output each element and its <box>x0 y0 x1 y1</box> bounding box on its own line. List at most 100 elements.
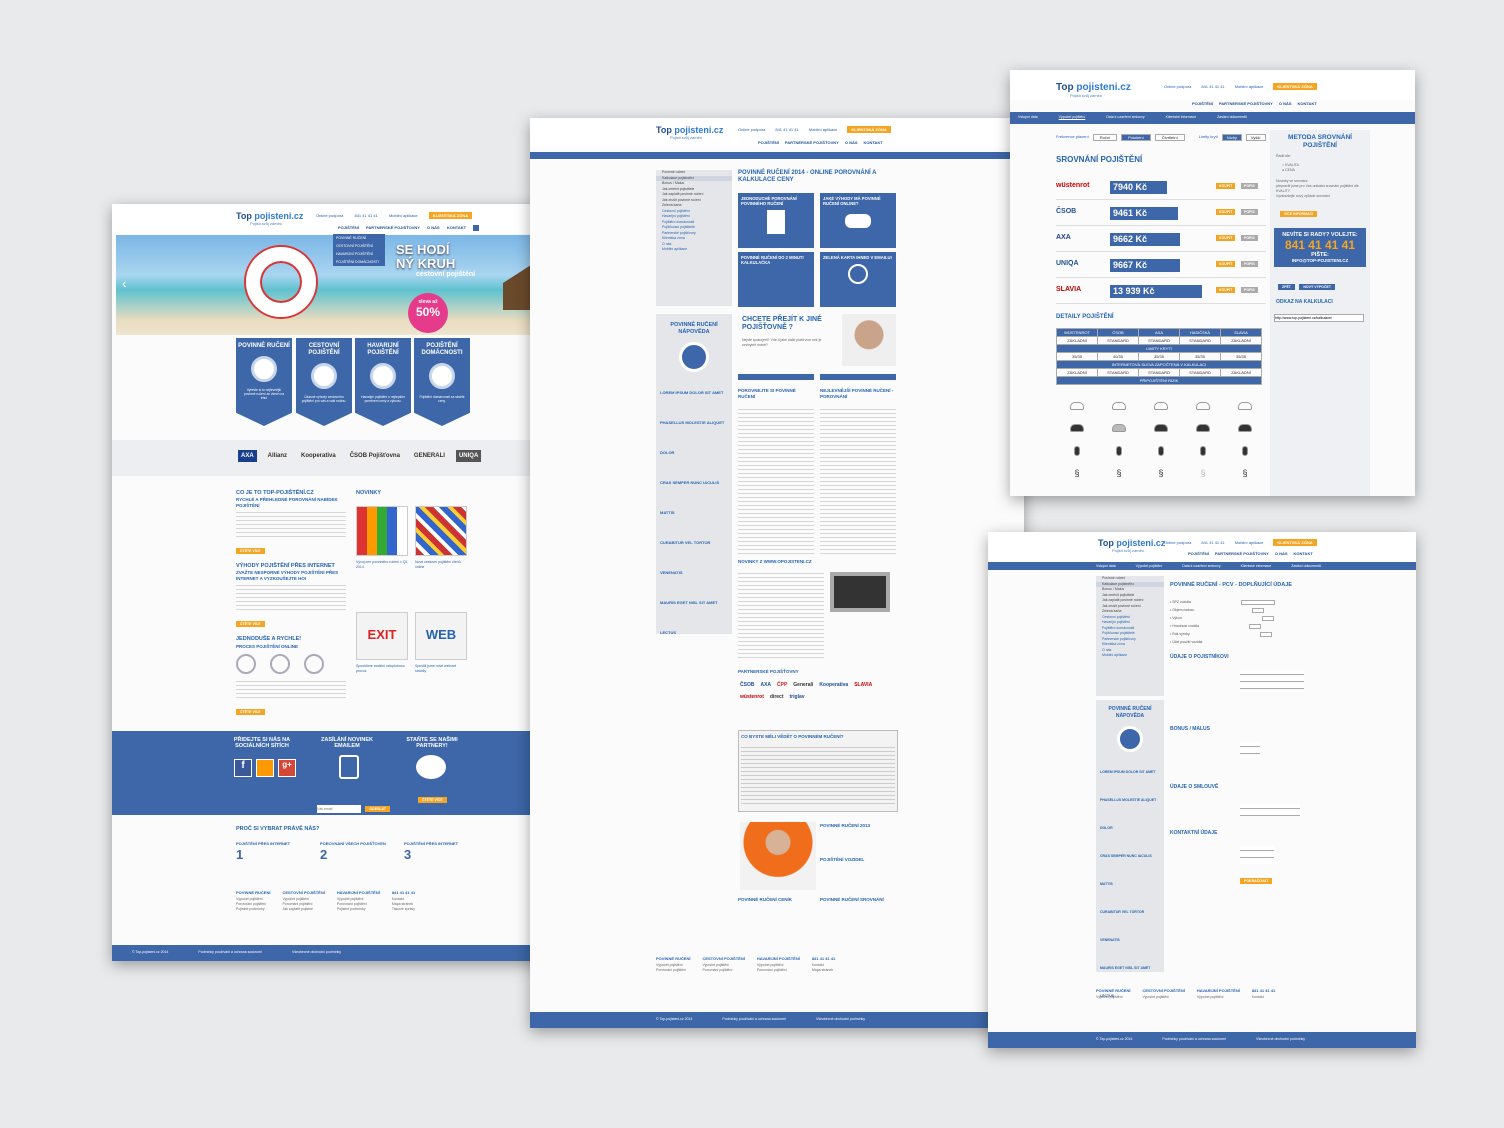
info-button[interactable]: POPIS <box>1241 235 1258 241</box>
step[interactable]: Vstupní data <box>1018 115 1038 119</box>
step[interactable]: Zaslání dokumentů <box>1217 115 1247 119</box>
text-field[interactable] <box>1259 631 1272 637</box>
text-field[interactable] <box>1249 623 1262 629</box>
text-field[interactable] <box>1240 599 1275 605</box>
info-button[interactable]: POPIS <box>1241 209 1258 215</box>
info-button[interactable]: POPIS <box>1241 183 1258 189</box>
terms-link[interactable]: Podmínky používání a ochrana soukromí <box>198 950 262 954</box>
limit-option[interactable]: Vyšší <box>1245 134 1266 141</box>
help-item[interactable]: CRAS SEMPER NUNC IACULIS MATTIS <box>660 468 728 528</box>
googleplus-icon[interactable]: g+ <box>278 759 296 777</box>
nav-o-nas[interactable]: O NÁS <box>427 225 440 230</box>
dropdown-item[interactable]: HAVARIJNÍ POJIŠTĚNÍ <box>333 250 385 258</box>
shield-povinne-ruceni[interactable]: POVINNÉ RUČENÍ Vyřešte si to nejlevnější … <box>236 338 292 426</box>
info-box[interactable]: ZELENÁ KARTA IHNED V EMAILU! <box>820 252 896 307</box>
nav-pojisteni[interactable]: POJIŠTĚNÍ <box>338 225 359 230</box>
buy-button[interactable]: KOUPIT <box>1216 209 1236 215</box>
limit-option[interactable]: Nízký <box>1221 134 1242 141</box>
nav-kontakt[interactable]: KONTAKT <box>447 225 466 230</box>
partner-logo[interactable]: AXA <box>238 450 257 462</box>
buy-button[interactable]: KOUPIT <box>1216 235 1236 241</box>
freq-option[interactable]: Pololetní <box>1121 134 1151 141</box>
news-link[interactable]: Spustili jsme nové webové stránky <box>415 664 467 674</box>
more-info-button[interactable]: VÍCE INFORMACÍ <box>1280 211 1317 217</box>
send-button[interactable]: ODESLAT <box>365 806 390 812</box>
partner-logo[interactable]: SLAVIA <box>854 682 872 688</box>
new-calc-button[interactable]: NOVÝ VÝPOČET <box>1299 284 1336 290</box>
calc-link-input[interactable] <box>1274 314 1364 322</box>
email-input[interactable] <box>317 805 361 813</box>
partner-logo[interactable]: Allianz <box>264 450 291 462</box>
partner-logo[interactable]: AXA <box>760 682 771 688</box>
sidebar-item[interactable]: Mobilní aplikace <box>1096 653 1164 659</box>
client-zone-button[interactable]: KLIENTSKÁ ZÓNA <box>428 212 473 219</box>
shield-havarijni[interactable]: HAVARIJNÍ POJIŠTĚNÍ Havarijní pojištění s… <box>355 338 411 426</box>
dropdown-item[interactable]: CESTOVNÍ POJIŠTĚNÍ <box>333 242 385 250</box>
client-zone-button[interactable]: KLIENTSKÁ ZÓNA <box>1273 539 1317 546</box>
sidebar-item[interactable]: Mobilní aplikace <box>656 247 732 253</box>
info-button[interactable]: POPIS <box>1241 287 1258 293</box>
news-link[interactable]: Spouštíme mobilní celoplošnou provoz <box>356 664 408 674</box>
rss-icon[interactable] <box>256 759 274 777</box>
help-item[interactable]: PHASELLUS MOLESTIE ALIQUET DOLOR <box>660 408 728 468</box>
mobile-app-link[interactable]: Mobilní aplikace <box>389 213 418 218</box>
partner-logo[interactable]: Kooperativa <box>819 682 848 688</box>
site-logo[interactable]: Top pojisteni.cz Pojisti svůj zaměo <box>1056 82 1131 98</box>
partner-logo[interactable]: wüstenrot <box>740 694 764 700</box>
facebook-icon[interactable]: f <box>234 759 252 777</box>
dropdown-item[interactable]: POVINNÉ RUČENÍ <box>333 234 385 242</box>
news-image-exit[interactable]: EXIT <box>356 612 408 660</box>
client-zone-button[interactable]: KLIENTSKÁ ZÓNA <box>847 126 891 133</box>
conditions-button[interactable] <box>820 374 896 380</box>
partner-logo[interactable]: Generali <box>793 682 813 688</box>
sort-price-radio[interactable]: ● CENA <box>1270 168 1370 173</box>
back-button[interactable]: ZPĚT <box>1278 284 1295 290</box>
partner-logo[interactable]: direct <box>770 694 784 700</box>
buy-button[interactable]: KOUPIT <box>1216 261 1236 267</box>
help-item[interactable]: CURABITUR VEL TORTOR VENENATIS <box>660 528 728 588</box>
news-link[interactable]: Nové cestovní pojištění členů online <box>415 560 467 570</box>
buy-button[interactable]: KOUPIT <box>1216 183 1236 189</box>
info-box[interactable]: JEDNODUCHÉ POROVNÁNÍ POVINNÉHO RUČENÍ <box>738 193 814 248</box>
info-button[interactable]: POPIS <box>1241 261 1258 267</box>
partner-logo[interactable]: ČSOB Pojišťovna <box>346 450 403 462</box>
shield-cestovni[interactable]: CESTOVNÍ POJIŠTĚNÍ Úžasné výhody cestovní… <box>296 338 352 426</box>
gtc-link[interactable]: Všeobecné obchodní podmínky <box>292 950 341 954</box>
partner-logo[interactable]: GENERALI <box>410 450 448 462</box>
step[interactable]: Výpočet pojištění <box>1059 115 1086 119</box>
news-link[interactable]: Vývoj cen povinného ručení v Q1 2014 <box>356 560 408 570</box>
site-logo[interactable]: Top pojisteni.cz Pojisti svůj zaměo <box>656 125 723 140</box>
hero-prev-arrow[interactable]: ‹ <box>122 275 127 291</box>
read-more-button[interactable]: ČTĚTE VÍCE <box>418 797 447 803</box>
shield-domacnost[interactable]: POJIŠTĚNÍ DOMÁCNOSTI Pojištění domácnosti… <box>414 338 470 426</box>
text-field[interactable] <box>1261 615 1274 621</box>
partner-logo[interactable]: Kooperativa <box>298 450 339 462</box>
news-image-flags[interactable] <box>415 506 467 556</box>
compare-button[interactable] <box>738 374 814 380</box>
client-zone-button[interactable]: KLIENTSKÁ ZÓNA <box>1273 83 1317 90</box>
freq-option[interactable]: Čtvrtletní <box>1154 134 1185 141</box>
buy-button[interactable]: KOUPIT <box>1216 287 1236 293</box>
news-image-chart[interactable] <box>356 506 408 556</box>
text-field[interactable] <box>1252 607 1265 613</box>
info-box[interactable]: POVINNÉ RUČENÍ DO 2 MINUT! KALKULAČKA <box>738 252 814 307</box>
dropdown-item[interactable]: POJIŠTĚNÍ DOMÁCNOSTI <box>333 258 385 266</box>
read-more-button[interactable]: ČTĚTE VÍCE <box>236 548 265 554</box>
partner-logo[interactable]: ČPP <box>777 682 787 688</box>
read-more-button[interactable]: ČTĚTE VÍCE <box>236 709 265 715</box>
help-item[interactable]: LOREM IPSUM DOLOR SIT AMET <box>660 378 728 408</box>
news-image-web[interactable]: WEB <box>415 612 467 660</box>
step[interactable]: Klientské informace <box>1166 115 1197 119</box>
step[interactable]: Data k uzavření smlouvy <box>1106 115 1144 119</box>
partner-logo[interactable]: UNIQA <box>455 450 482 462</box>
read-more-button[interactable]: ČTĚTE VÍCE <box>236 621 265 627</box>
online-support-link[interactable]: Online podpora <box>316 213 343 218</box>
freq-option[interactable]: Roční <box>1092 134 1118 141</box>
search-icon[interactable] <box>473 225 480 231</box>
site-logo[interactable]: Top pojisteni.cz Pojisti svůj zaměo <box>1098 538 1165 553</box>
partner-logo[interactable]: triglav <box>790 694 805 700</box>
help-item[interactable]: MAURIS EGET NISL SIT AMET LECTUS <box>660 588 728 648</box>
partner-logo[interactable]: ČSOB <box>740 682 754 688</box>
site-logo[interactable]: Top pojisteni.cz Pojisti svůj zaměo <box>236 211 303 226</box>
nav-partneri[interactable]: PARTNERSKÉ POJIŠŤOVNY <box>366 225 420 230</box>
